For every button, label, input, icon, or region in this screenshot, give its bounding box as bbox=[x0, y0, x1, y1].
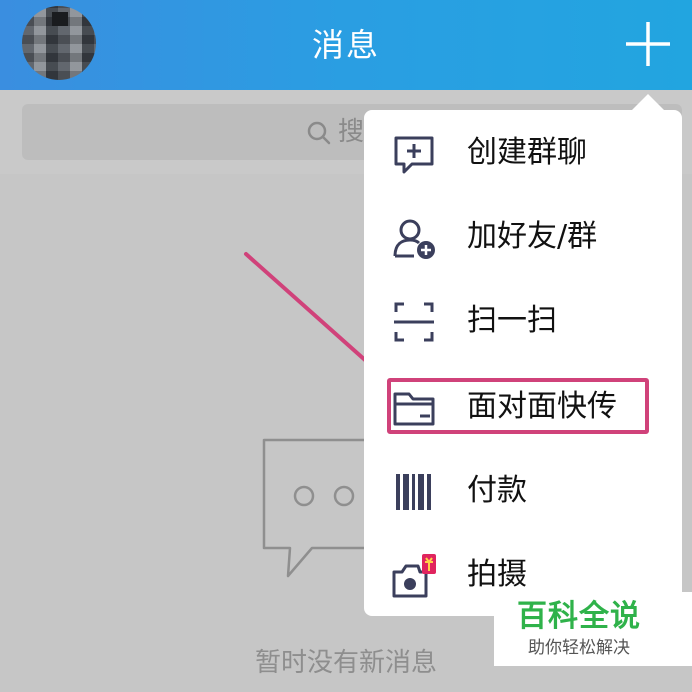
menu-caret bbox=[632, 94, 664, 110]
folder-icon bbox=[393, 392, 435, 426]
menu-item-label: 加好友/群 bbox=[467, 219, 598, 254]
menu-item-payment[interactable]: 付款 bbox=[364, 450, 682, 530]
add-menu: 创建群聊 加好友/群 扫一扫 面对面快传 付款 拍摄 bbox=[364, 110, 682, 616]
menu-item-label: 创建群聊 bbox=[467, 135, 587, 170]
chat-plus-icon bbox=[394, 136, 434, 174]
menu-item-face-to-face-transfer[interactable]: 面对面快传 bbox=[364, 366, 682, 446]
search-icon bbox=[307, 121, 331, 145]
menu-item-label: 付款 bbox=[467, 473, 527, 508]
menu-item-label: 面对面快传 bbox=[467, 389, 617, 424]
camera-icon bbox=[392, 554, 436, 598]
watermark-logo: 百科全说 助你轻松解决 bbox=[494, 592, 692, 666]
add-button[interactable] bbox=[622, 18, 674, 70]
add-friend-icon bbox=[393, 219, 435, 259]
scan-icon bbox=[394, 302, 434, 342]
watermark-title: 百科全说 bbox=[517, 599, 641, 634]
menu-item-label: 扫一扫 bbox=[467, 303, 557, 338]
page-title: 消息 bbox=[311, 26, 380, 64]
menu-item-create-group[interactable]: 创建群聊 bbox=[364, 112, 682, 192]
title-bar: 消息 bbox=[0, 0, 692, 90]
barcode-icon bbox=[396, 474, 431, 510]
menu-item-scan[interactable]: 扫一扫 bbox=[364, 280, 682, 360]
plus-icon bbox=[626, 22, 670, 66]
menu-item-add-friend[interactable]: 加好友/群 bbox=[364, 196, 682, 276]
watermark-subtitle: 助你轻松解决 bbox=[528, 638, 630, 658]
